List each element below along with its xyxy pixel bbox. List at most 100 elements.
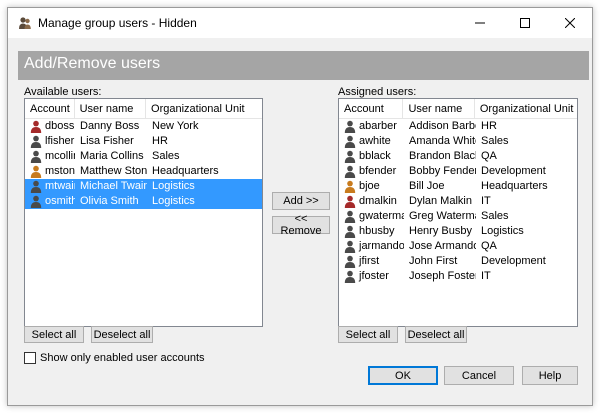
user-icon xyxy=(30,165,42,178)
list-item[interactable]: hbusby Henry Busby Logistics xyxy=(339,224,577,239)
list-item[interactable]: awhite Amanda White Sales xyxy=(339,134,577,149)
account-cell: mtwain xyxy=(25,179,75,194)
user-name-cell: Lisa Fisher xyxy=(80,135,134,147)
user-name-cell: Joseph Foster xyxy=(409,270,476,282)
organizational-unit-cell: Sales xyxy=(152,150,180,162)
list-item[interactable]: bjoe Bill Joe Headquarters xyxy=(339,179,577,194)
user-name-cell: Maria Collins xyxy=(80,150,144,162)
user-icon xyxy=(344,165,356,178)
assigned-users-list[interactable]: Account User name Organizational Unit ab… xyxy=(338,98,578,327)
list-item[interactable]: lfisher Lisa Fisher HR xyxy=(25,134,262,149)
user-name-cell: Jose Armando xyxy=(409,240,476,252)
list-item[interactable]: jfoster Joseph Foster IT xyxy=(339,269,577,284)
available-rows: dboss Danny Boss New York lfisher Lisa Fishe… xyxy=(25,119,262,209)
organizational-unit-cell: IT xyxy=(481,270,491,282)
help-button[interactable]: Help xyxy=(522,366,578,385)
user-name-cell: Olivia Smith xyxy=(80,195,139,207)
user-icon xyxy=(30,180,42,193)
account-cell: bjoe xyxy=(339,179,404,194)
account-text: jarmando xyxy=(359,240,404,252)
account-text: bfender xyxy=(359,165,397,177)
cancel-button[interactable]: Cancel xyxy=(444,366,514,385)
assigned-deselect-all-button[interactable]: Deselect all xyxy=(405,326,467,343)
maximize-button[interactable] xyxy=(502,8,547,38)
show-enabled-only-checkbox[interactable] xyxy=(24,352,36,364)
remove-button[interactable]: << Remove xyxy=(272,213,330,237)
title-bar[interactable]: Manage group users - Hidden xyxy=(8,8,592,38)
account-cell: mcollins xyxy=(25,149,75,164)
user-name-cell: Bobby Fender xyxy=(409,165,476,177)
column-header-organizational-unit[interactable]: Organizational Unit xyxy=(146,99,262,119)
list-item[interactable]: mstone Matthew Stone Headquarters xyxy=(25,164,262,179)
user-icon xyxy=(30,195,42,208)
user-name-cell: John First xyxy=(409,255,458,267)
account-cell: dmalkin xyxy=(339,194,404,209)
list-item[interactable]: abarber Addison Barber HR xyxy=(339,119,577,134)
organizational-unit-cell: Headquarters xyxy=(481,180,548,192)
account-cell: jfoster xyxy=(339,269,404,284)
user-name-cell: Brandon Black xyxy=(409,150,476,162)
list-item[interactable]: jarmando Jose Armando QA xyxy=(339,239,577,254)
user-name-cell: Henry Busby xyxy=(409,225,472,237)
minimize-button[interactable] xyxy=(457,8,502,38)
available-select-all-button[interactable]: Select all xyxy=(24,326,84,343)
list-item[interactable]: osmith Olivia Smith Logistics xyxy=(25,194,262,209)
user-name-cell: Matthew Stone xyxy=(80,165,147,177)
user-name-cell: Bill Joe xyxy=(409,180,445,192)
list-item[interactable]: bfender Bobby Fender Development xyxy=(339,164,577,179)
available-users-label: Available users: xyxy=(24,86,102,98)
list-item[interactable]: mtwain Michael Twain Logistics xyxy=(25,179,262,194)
account-text: hbusby xyxy=(359,225,395,237)
user-icon xyxy=(344,195,356,208)
organizational-unit-cell: Logistics xyxy=(152,180,195,192)
organizational-unit-cell: HR xyxy=(152,135,168,147)
column-header-user-name[interactable]: User name xyxy=(75,99,147,119)
account-cell: bblack xyxy=(339,149,404,164)
account-text: dmalkin xyxy=(359,195,397,207)
column-header-user-name[interactable]: User name xyxy=(403,99,475,119)
show-enabled-only-label[interactable]: Show only enabled user accounts xyxy=(40,352,205,364)
organizational-unit-cell: Sales xyxy=(481,135,509,147)
user-name-cell: Danny Boss xyxy=(80,120,140,132)
assigned-users-label: Assigned users: xyxy=(338,86,417,98)
column-header-organizational-unit[interactable]: Organizational Unit xyxy=(475,99,577,119)
section-header: Add/Remove users xyxy=(18,51,589,80)
available-list-header: Account User name Organizational Unit xyxy=(25,99,262,119)
available-deselect-all-button[interactable]: Deselect all xyxy=(91,326,153,343)
organizational-unit-cell: IT xyxy=(481,195,491,207)
ok-button[interactable]: OK xyxy=(368,366,438,385)
list-item[interactable]: mcollins Maria Collins Sales xyxy=(25,149,262,164)
list-item[interactable]: gwaterman Greg Waterman Sales xyxy=(339,209,577,224)
available-users-list[interactable]: Account User name Organizational Unit db… xyxy=(24,98,263,327)
user-icon xyxy=(344,225,356,238)
user-icon xyxy=(344,150,356,163)
window-title: Manage group users - Hidden xyxy=(38,16,197,30)
close-button[interactable] xyxy=(547,8,592,38)
account-text: mtwain xyxy=(45,180,75,192)
organizational-unit-cell: QA xyxy=(481,150,497,162)
account-text: jfoster xyxy=(359,270,389,282)
assigned-list-header: Account User name Organizational Unit xyxy=(339,99,577,119)
user-icon xyxy=(344,135,356,148)
column-header-account[interactable]: Account xyxy=(339,99,404,119)
user-name-cell: Dylan Malkin xyxy=(409,195,472,207)
list-item[interactable]: jfirst John First Development xyxy=(339,254,577,269)
account-text: bjoe xyxy=(359,180,380,192)
column-header-account[interactable]: Account xyxy=(25,99,75,119)
account-cell: bfender xyxy=(339,164,404,179)
list-item[interactable]: dmalkin Dylan Malkin IT xyxy=(339,194,577,209)
user-icon xyxy=(344,120,356,133)
maximize-icon xyxy=(519,18,530,28)
add-button[interactable]: Add >> xyxy=(272,192,330,210)
list-item[interactable]: bblack Brandon Black QA xyxy=(339,149,577,164)
assigned-select-all-button[interactable]: Select all xyxy=(338,326,398,343)
account-text: lfisher xyxy=(45,135,75,147)
user-icon xyxy=(344,210,356,223)
user-name-cell: Greg Waterman xyxy=(409,210,476,222)
account-cell: jfirst xyxy=(339,254,404,269)
user-name-cell: Amanda White xyxy=(409,135,476,147)
user-icon xyxy=(30,150,42,163)
user-icon xyxy=(344,240,356,253)
list-item[interactable]: dboss Danny Boss New York xyxy=(25,119,262,134)
user-icon xyxy=(30,120,42,133)
